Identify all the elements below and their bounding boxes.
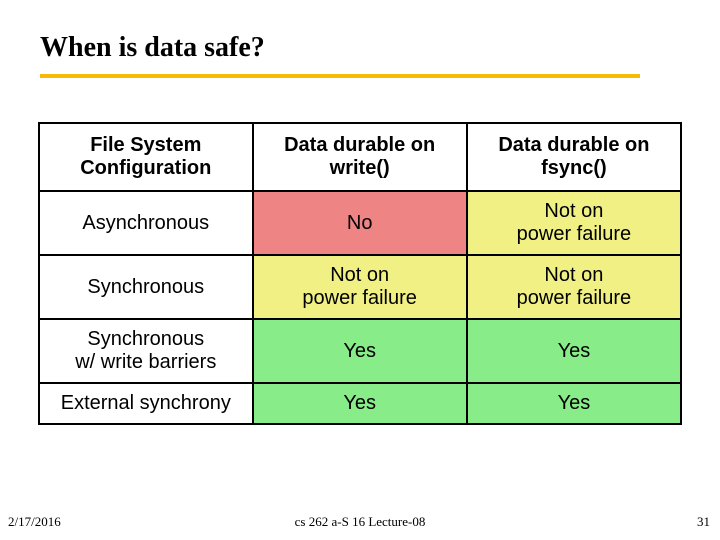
table-row: Synchronous Not onpower failure Not onpo… <box>39 255 681 319</box>
cell-config: Synchronous <box>39 255 253 319</box>
footer-course: cs 262 a-S 16 Lecture-08 <box>0 514 720 530</box>
slide-title: When is data safe? <box>40 32 265 64</box>
cell-fsync: Yes <box>467 319 681 383</box>
cell-fsync: Not onpower failure <box>467 255 681 319</box>
col-header-write: Data durable on write() <box>253 123 467 191</box>
cell-write: Not onpower failure <box>253 255 467 319</box>
cell-fsync: Not onpower failure <box>467 191 681 255</box>
cell-config: Asynchronous <box>39 191 253 255</box>
col-header-config: File System Configuration <box>39 123 253 191</box>
table-row: External synchrony Yes Yes <box>39 383 681 424</box>
cell-write: Yes <box>253 319 467 383</box>
durability-table: File System Configuration Data durable o… <box>38 122 682 425</box>
table-row: Asynchronous No Not onpower failure <box>39 191 681 255</box>
footer-page-number: 31 <box>697 514 710 530</box>
cell-fsync: Yes <box>467 383 681 424</box>
table-header-row: File System Configuration Data durable o… <box>39 123 681 191</box>
cell-write: No <box>253 191 467 255</box>
slide: When is data safe? File System Configura… <box>0 0 720 540</box>
col-header-fsync: Data durable on fsync() <box>467 123 681 191</box>
table-row: Synchronousw/ write barriers Yes Yes <box>39 319 681 383</box>
title-underline <box>40 74 640 78</box>
cell-config: External synchrony <box>39 383 253 424</box>
cell-config: Synchronousw/ write barriers <box>39 319 253 383</box>
cell-write: Yes <box>253 383 467 424</box>
